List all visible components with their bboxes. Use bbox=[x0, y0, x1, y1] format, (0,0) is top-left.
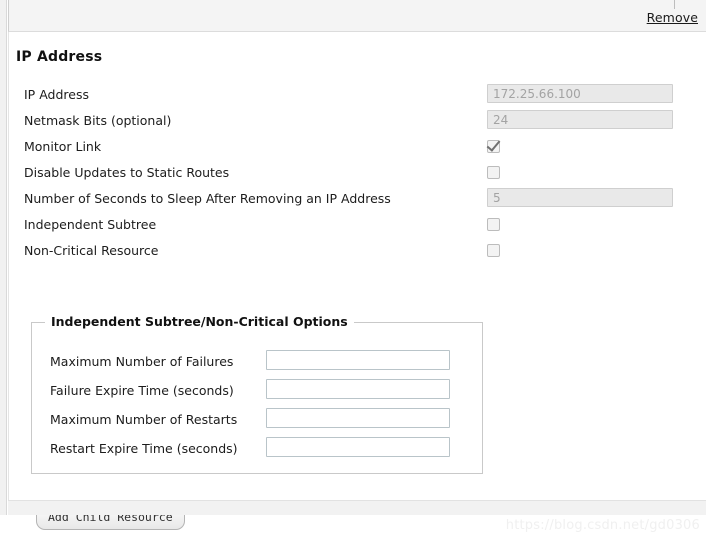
fieldset-row-label: Restart Expire Time (seconds) bbox=[50, 441, 238, 456]
form-row: Independent Subtree bbox=[9, 214, 706, 240]
fieldset-row: Maximum Number of Failures bbox=[32, 350, 484, 372]
field-restart-expire-time-seconds[interactable] bbox=[266, 437, 450, 457]
form-row: Non-Critical Resource bbox=[9, 240, 706, 266]
ip-address-resource-form: Remove IP Address IP Address Netmask Bits… bbox=[0, 0, 706, 533]
remove-link[interactable]: Remove bbox=[647, 10, 698, 25]
form-row-label: Monitor Link bbox=[24, 139, 102, 154]
checkbox-monitor-link[interactable] bbox=[487, 140, 500, 153]
independent-subtree-options-fieldset: Independent Subtree/Non-Critical Options… bbox=[31, 314, 484, 474]
field-netmask-bits-optional[interactable] bbox=[487, 110, 673, 129]
fieldset-row-label: Failure Expire Time (seconds) bbox=[50, 383, 234, 398]
checkbox-wrap bbox=[487, 214, 500, 231]
form-row-label: Non-Critical Resource bbox=[24, 243, 159, 258]
form-row: Netmask Bits (optional) bbox=[9, 110, 706, 136]
resource-content-panel: IP Address IP Address Netmask Bits (optio… bbox=[8, 32, 706, 533]
page-title: IP Address bbox=[16, 49, 103, 65]
form-row-label: Independent Subtree bbox=[24, 217, 157, 232]
checkbox-wrap bbox=[487, 240, 500, 257]
form-row: IP Address bbox=[9, 84, 706, 110]
header-divider-tick bbox=[674, 0, 675, 9]
field-ip-address[interactable] bbox=[487, 84, 673, 103]
checkbox-disable-updates-to-static-routes[interactable] bbox=[487, 166, 500, 179]
field-maximum-number-of-failures[interactable] bbox=[266, 350, 450, 370]
checkbox-non-critical-resource[interactable] bbox=[487, 244, 500, 257]
form-row-control bbox=[487, 214, 500, 231]
form-row-control bbox=[487, 110, 673, 129]
form-row-control bbox=[487, 84, 673, 103]
field-number-of-seconds-to-sleep-after-removing-an-ip-address[interactable] bbox=[487, 188, 673, 207]
checkbox-wrap bbox=[487, 136, 500, 153]
form-row: Monitor Link bbox=[9, 136, 706, 162]
fieldset-row: Restart Expire Time (seconds) bbox=[32, 437, 484, 459]
field-maximum-number-of-restarts[interactable] bbox=[266, 408, 450, 428]
form-row-label: Netmask Bits (optional) bbox=[24, 113, 172, 128]
form-row-label: Disable Updates to Static Routes bbox=[24, 165, 230, 180]
form-row: Disable Updates to Static Routes bbox=[9, 162, 706, 188]
left-gutter bbox=[0, 0, 7, 515]
fieldset-row: Failure Expire Time (seconds) bbox=[32, 379, 484, 401]
watermark: https://blog.csdn.net/gd0306 bbox=[505, 518, 700, 533]
checkbox-wrap bbox=[487, 162, 500, 179]
fieldset-legend: Independent Subtree/Non-Critical Options bbox=[45, 314, 354, 329]
form-row-control bbox=[487, 188, 673, 207]
fieldset-row: Maximum Number of Restarts bbox=[32, 408, 484, 430]
form-row-label: Number of Seconds to Sleep After Removin… bbox=[24, 191, 391, 206]
form-row-control bbox=[487, 162, 500, 179]
form-row-control bbox=[487, 240, 500, 257]
bottom-strip bbox=[8, 500, 706, 515]
form-row: Number of Seconds to Sleep After Removin… bbox=[9, 188, 706, 214]
form-row-label: IP Address bbox=[24, 87, 89, 102]
field-failure-expire-time-seconds[interactable] bbox=[266, 379, 450, 399]
resource-header-bar: Remove bbox=[8, 0, 706, 32]
form-row-control bbox=[487, 136, 500, 153]
checkbox-independent-subtree[interactable] bbox=[487, 218, 500, 231]
fieldset-row-label: Maximum Number of Failures bbox=[50, 354, 234, 369]
fieldset-row-label: Maximum Number of Restarts bbox=[50, 412, 238, 427]
